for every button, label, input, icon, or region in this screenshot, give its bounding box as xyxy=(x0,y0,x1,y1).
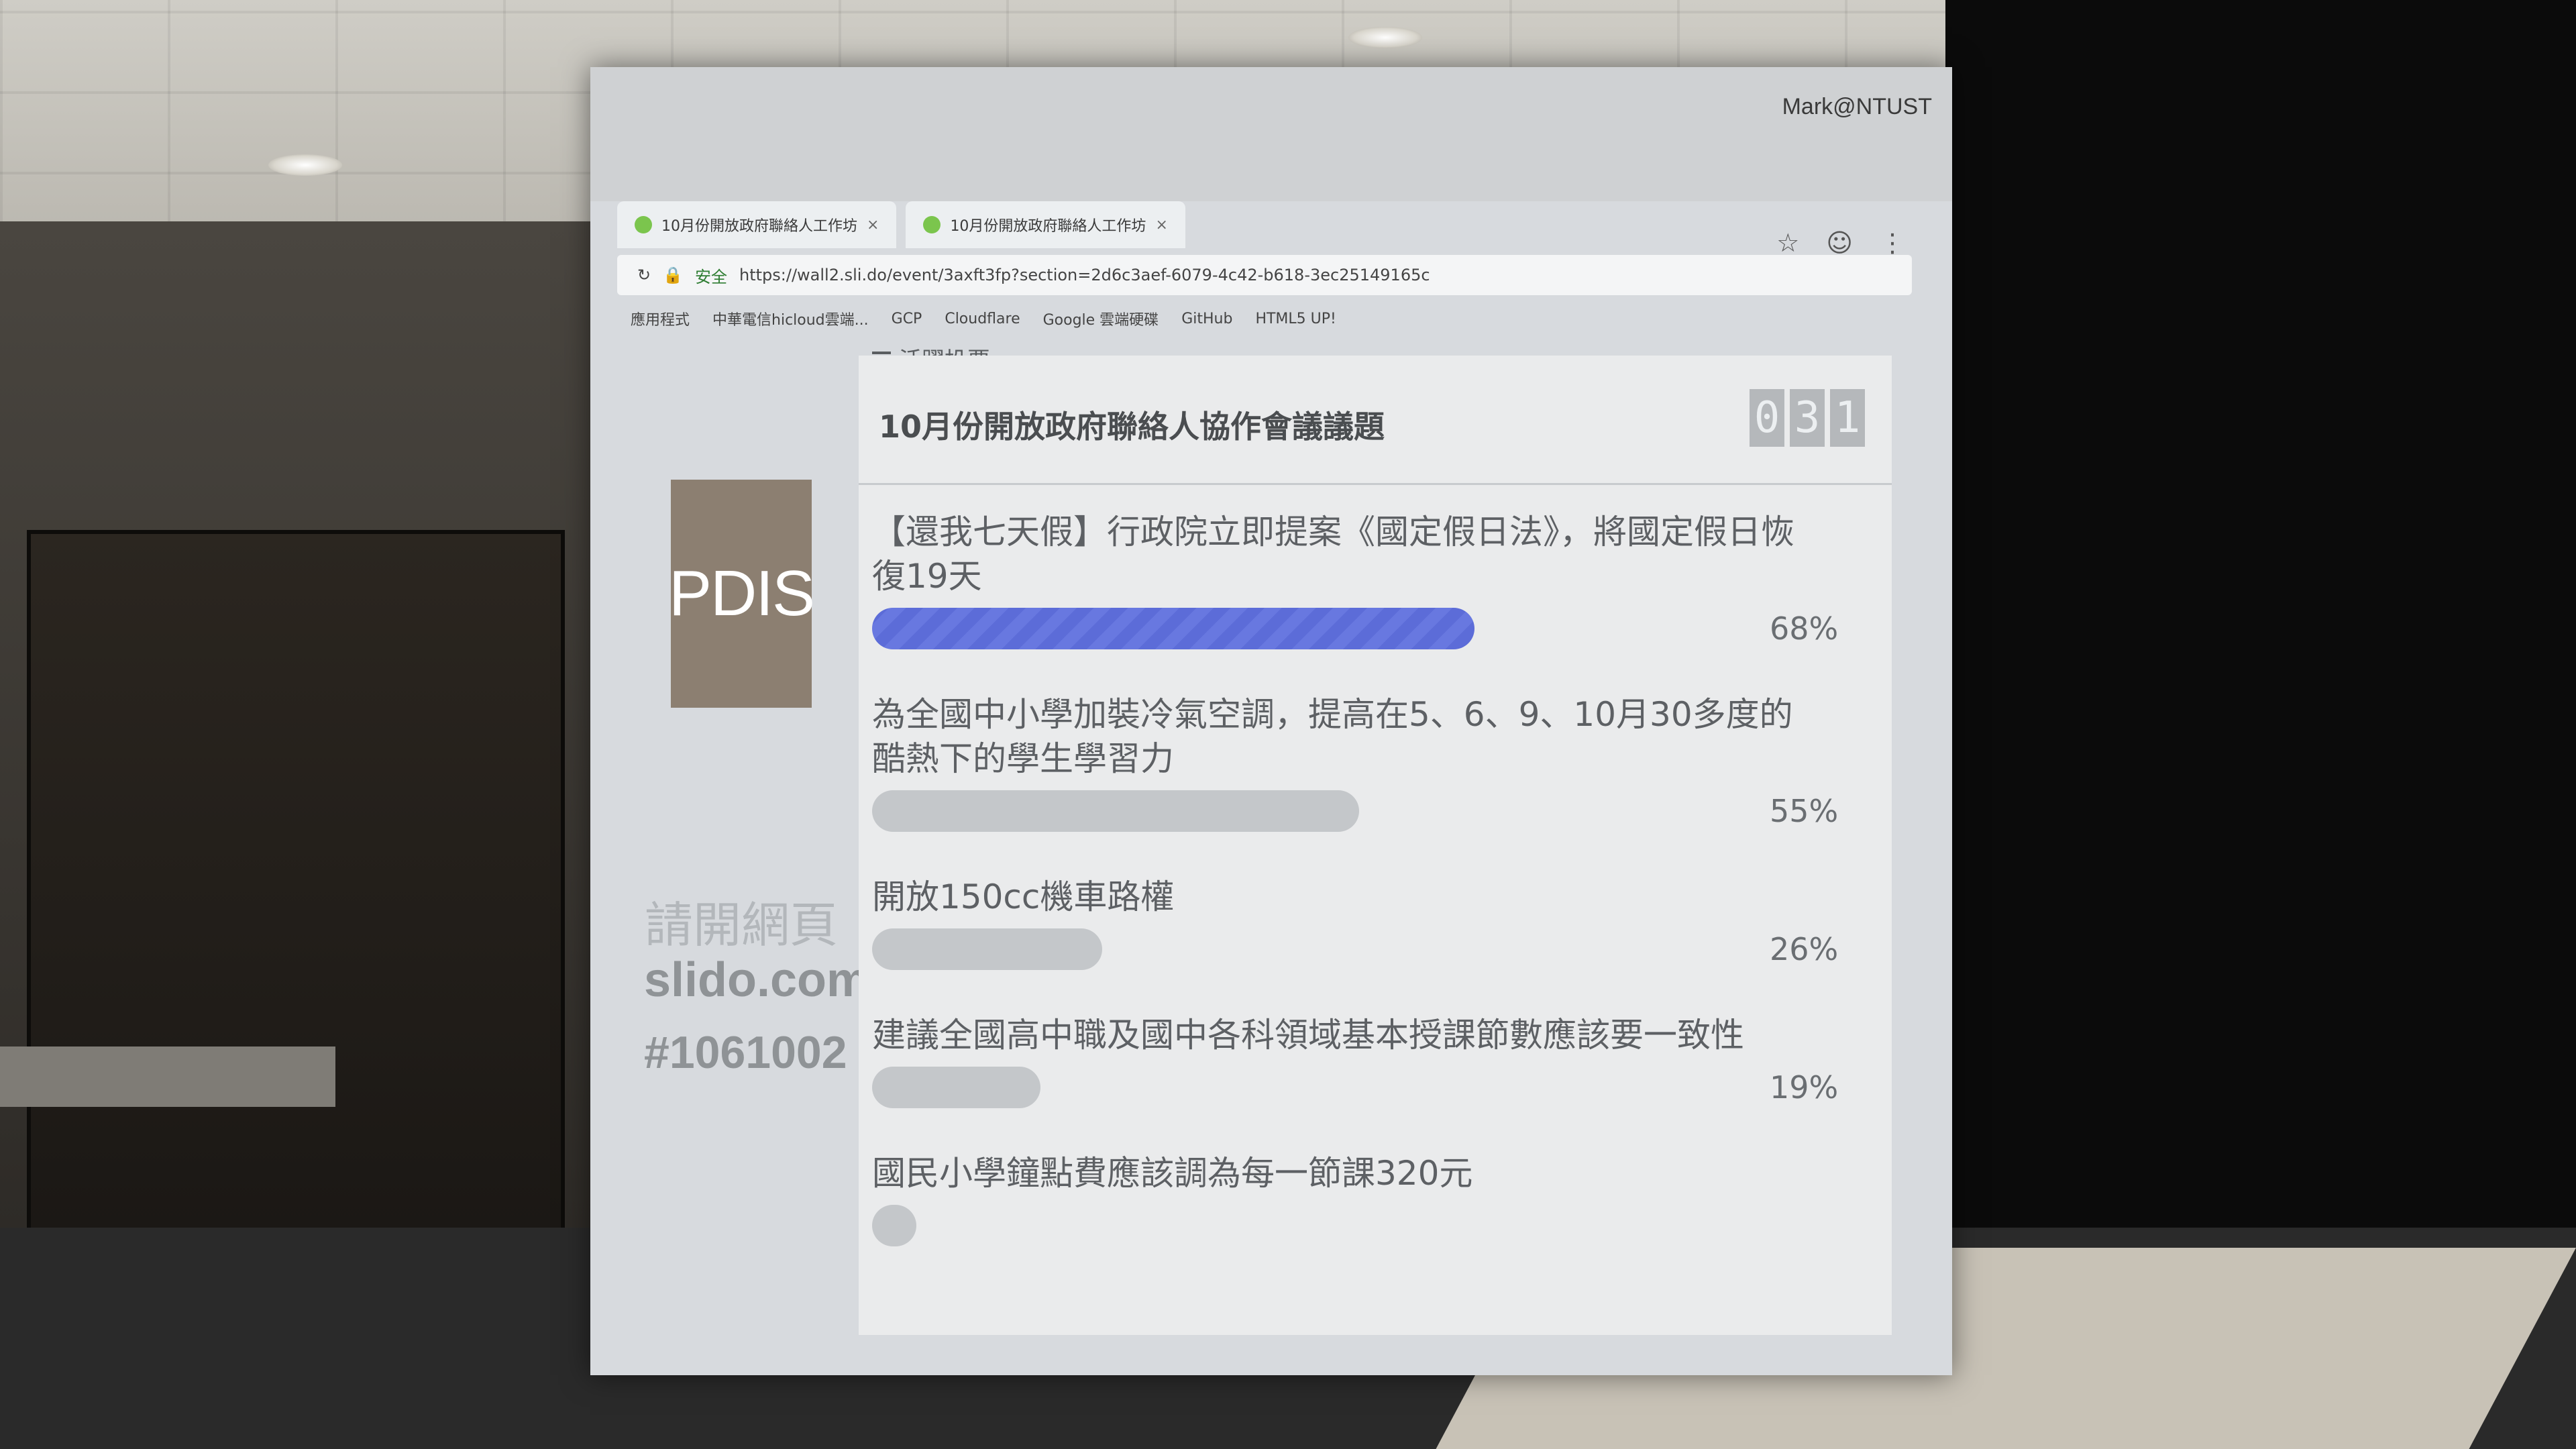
poll-option: 開放150cc機車路權 26% xyxy=(872,875,1865,970)
result-bar-track xyxy=(872,1205,1758,1246)
poll-option: 為全國中小學加裝冷氣空調，提高在5、6、9、10月30多度的酷熱下的學生學習力 … xyxy=(872,692,1865,832)
slido-sidebar: PDIS 請開網頁 slido.com #1061002 xyxy=(617,402,869,1275)
option-label: 國民小學鐘點費應該調為每一節課320元 xyxy=(872,1154,1473,1193)
join-instruction: 請開網頁 xyxy=(644,897,838,953)
event-code: #1061002 xyxy=(644,1027,847,1078)
percent-label: 19% xyxy=(1770,1069,1839,1106)
close-tab-icon[interactable]: × xyxy=(867,217,879,233)
bookmark-html5up[interactable]: HTML5 UP! xyxy=(1255,311,1336,327)
bookmark-gcp[interactable]: GCP xyxy=(892,311,922,327)
secure-label: 安全 xyxy=(695,267,727,286)
poll-option: 建議全國高中職及國中各科領域基本授課節數應該要一致性 19% xyxy=(872,1013,1865,1108)
option-label: 為全國中小學加裝冷氣空調，提高在5、6、9、10月30多度的酷熱下的學生學習力 xyxy=(872,695,1793,778)
address-bar[interactable]: ↻ 🔒 安全 https://wall2.sli.do/event/3axft3… xyxy=(617,255,1912,295)
option-label: 【還我七天假】行政院立即提案《國定假日法》，將國定假日恢復19天 xyxy=(872,513,1794,596)
result-bar xyxy=(872,608,1474,649)
tab-strip: 10月份開放政府聯絡人工作坊 × 10月份開放政府聯絡人工作坊 × xyxy=(617,201,1185,248)
bookmark-github[interactable]: GitHub xyxy=(1181,311,1232,327)
counter-digit: 3 xyxy=(1790,389,1825,447)
folding-screen xyxy=(27,530,565,1276)
watermark: Mark@NTUST xyxy=(1782,94,1932,119)
poll-card: 10月份開放政府聯絡人協作會議議題 0 3 1 【還我七天假】行政院立即提案《國… xyxy=(859,356,1892,1335)
bookmarks-bar: 應用程式 中華電信hicloud雲端... GCP Cloudflare Goo… xyxy=(617,302,1905,335)
title-divider xyxy=(859,483,1892,485)
browser-tab-1[interactable]: 10月份開放政府聯絡人工作坊 × xyxy=(617,201,897,248)
vote-counter: 0 3 1 xyxy=(1750,389,1865,447)
poll-option: 國民小學鐘點費應該調為每一節課320元 xyxy=(872,1151,1865,1246)
bookmark-star-icon[interactable]: ☆ xyxy=(1776,228,1799,258)
pdis-logo: PDIS xyxy=(669,480,815,708)
lock-icon: 🔒 xyxy=(663,266,683,284)
option-label: 建議全國高中職及國中各科領域基本授課節數應該要一致性 xyxy=(872,1016,1744,1055)
ceiling-light xyxy=(1348,27,1422,48)
close-tab-icon[interactable]: × xyxy=(1155,217,1167,233)
percent-label: 55% xyxy=(1770,793,1839,829)
ceiling-light xyxy=(268,154,342,176)
join-site: slido.com xyxy=(644,953,870,1007)
result-bar xyxy=(872,1205,916,1246)
percent-label: 68% xyxy=(1770,610,1839,647)
reload-icon[interactable]: ↻ xyxy=(637,266,651,284)
url-text: https://wall2.sli.do/event/3axft3fp?sect… xyxy=(739,266,1430,284)
projection-top-band xyxy=(590,67,1952,201)
tab-label: 10月份開放政府聯絡人工作坊 xyxy=(661,218,857,235)
slido-favicon-icon xyxy=(923,216,941,233)
bookmark-google-drive[interactable]: Google 雲端硬碟 xyxy=(1043,308,1159,329)
poll-title: 10月份開放政府聯絡人協作會議議題 xyxy=(879,409,1385,445)
extension-icon[interactable]: ☺ xyxy=(1826,228,1853,258)
result-bar-track xyxy=(872,1067,1758,1108)
result-bar xyxy=(872,790,1359,832)
option-label: 開放150cc機車路權 xyxy=(872,877,1175,916)
desk-left xyxy=(0,1046,335,1107)
browser-tab-2[interactable]: 10月份開放政府聯絡人工作坊 × xyxy=(906,201,1185,248)
result-bar-track xyxy=(872,928,1758,970)
projection-screen: Mark@NTUST 10月份開放政府聯絡人工作坊 × 10月份開放政府聯絡人工… xyxy=(590,67,1952,1375)
browser-toolbar: ☆ ☺ ⋮ xyxy=(1776,228,1905,258)
bookmark-hicloud[interactable]: 中華電信hicloud雲端... xyxy=(712,308,869,329)
counter-digit: 1 xyxy=(1830,389,1865,447)
bookmark-cloudflare[interactable]: Cloudflare xyxy=(945,311,1020,327)
slido-favicon-icon xyxy=(635,216,652,233)
result-bar-track xyxy=(872,790,1758,832)
counter-digit: 0 xyxy=(1750,389,1784,447)
result-bar-track xyxy=(872,608,1758,649)
result-bar xyxy=(872,928,1103,970)
tab-label: 10月份開放政府聯絡人工作坊 xyxy=(950,218,1146,235)
poll-option: 【還我七天假】行政院立即提案《國定假日法》，將國定假日恢復19天 68% xyxy=(872,510,1865,649)
percent-label: 26% xyxy=(1770,931,1839,967)
poll-options: 【還我七天假】行政院立即提案《國定假日法》，將國定假日恢復19天 68% 為全國… xyxy=(872,510,1865,1289)
bookmark-apps[interactable]: 應用程式 xyxy=(631,308,690,329)
result-bar xyxy=(872,1067,1040,1108)
menu-kebab-icon[interactable]: ⋮ xyxy=(1880,228,1905,258)
